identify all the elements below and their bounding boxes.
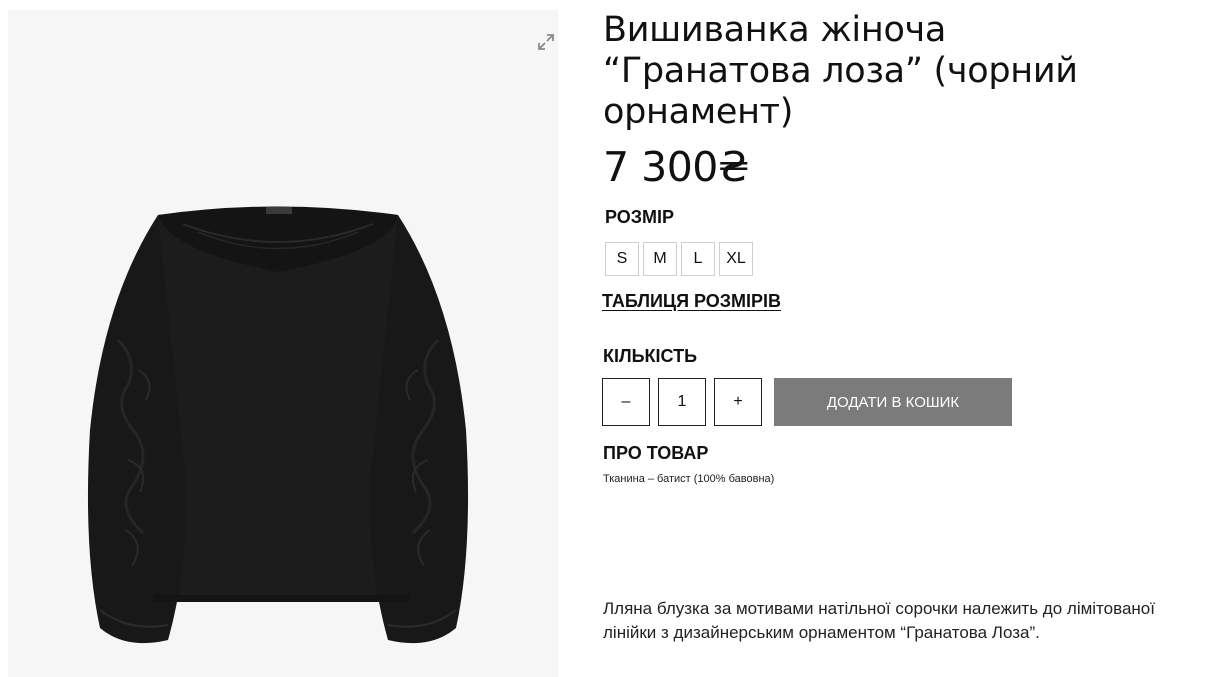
quantity-increase-button[interactable]: + bbox=[714, 378, 762, 426]
size-chart-link[interactable]: ТАБЛИЦЯ РОЗМІРІВ bbox=[602, 291, 781, 312]
product-description: Лляна блузка за мотивами натільної сороч… bbox=[603, 599, 1155, 642]
fabric-info: Тканина – батист (100% бавовна) bbox=[603, 473, 775, 485]
size-option-xl[interactable]: XL bbox=[719, 242, 753, 276]
product-price: 7 300₴ bbox=[603, 143, 750, 191]
about-product-label: Про товар bbox=[603, 443, 709, 463]
expand-icon[interactable] bbox=[536, 32, 558, 54]
size-option-s[interactable]: S bbox=[605, 242, 639, 276]
size-option-m[interactable]: M bbox=[643, 242, 677, 276]
quantity-decrease-button[interactable]: – bbox=[602, 378, 650, 426]
product-image[interactable] bbox=[8, 10, 558, 677]
blouse-illustration bbox=[87, 206, 469, 644]
size-option-l[interactable]: L bbox=[681, 242, 715, 276]
product-title: Вишиванка жіноча “Гранатова лоза” (чорни… bbox=[603, 10, 1078, 132]
size-label: Розмір bbox=[605, 207, 675, 227]
size-options: S M L XL bbox=[605, 242, 753, 276]
quantity-label: Кількість bbox=[603, 346, 698, 366]
add-to-cart-button[interactable]: Додати в кошик bbox=[774, 378, 1012, 426]
quantity-input[interactable]: 1 bbox=[658, 378, 706, 426]
